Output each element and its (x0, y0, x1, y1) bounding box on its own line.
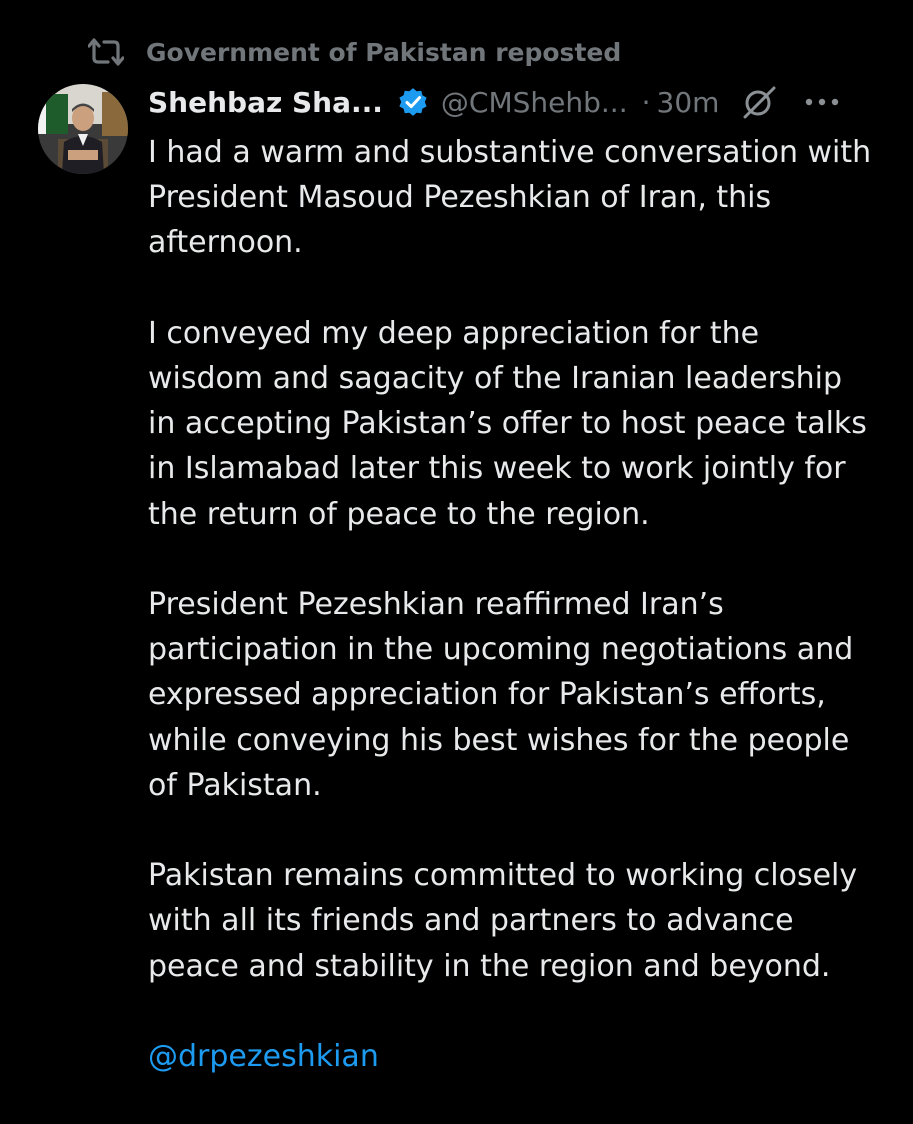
timestamp[interactable]: 30m (657, 86, 720, 119)
repost-icon (86, 37, 126, 67)
separator-dot: · (641, 85, 651, 119)
author-handle[interactable]: @CMShehb... (441, 86, 628, 119)
repost-label: Government of Pakistan reposted (146, 37, 622, 67)
grok-icon[interactable] (741, 84, 777, 120)
avatar[interactable] (38, 84, 128, 174)
repost-context[interactable]: Government of Pakistan reposted (86, 34, 621, 70)
mention-link[interactable]: @drpezeshkian (148, 1039, 379, 1074)
tweet-paragraph: I conveyed my deep appreciation for the … (148, 315, 867, 532)
tweet-paragraph: I had a warm and substantive conversatio… (148, 135, 872, 261)
author-display-name[interactable]: Shehbaz Sha... (148, 86, 383, 119)
tweet-paragraph: Pakistan remains committed to working cl… (148, 858, 858, 984)
verified-badge-icon[interactable] (397, 86, 429, 118)
tweet-paragraph: President Pezeshkian reaffirmed Iran’s p… (148, 587, 854, 803)
tweet-body: I had a warm and substantive conversatio… (148, 130, 893, 1124)
more-options-icon[interactable] (803, 84, 843, 120)
tweet-header: Shehbaz Sha... @CMShehb... · 30m (148, 80, 888, 124)
tweet-card[interactable]: Government of Pakistan reposted Shehbaz … (0, 0, 913, 1080)
